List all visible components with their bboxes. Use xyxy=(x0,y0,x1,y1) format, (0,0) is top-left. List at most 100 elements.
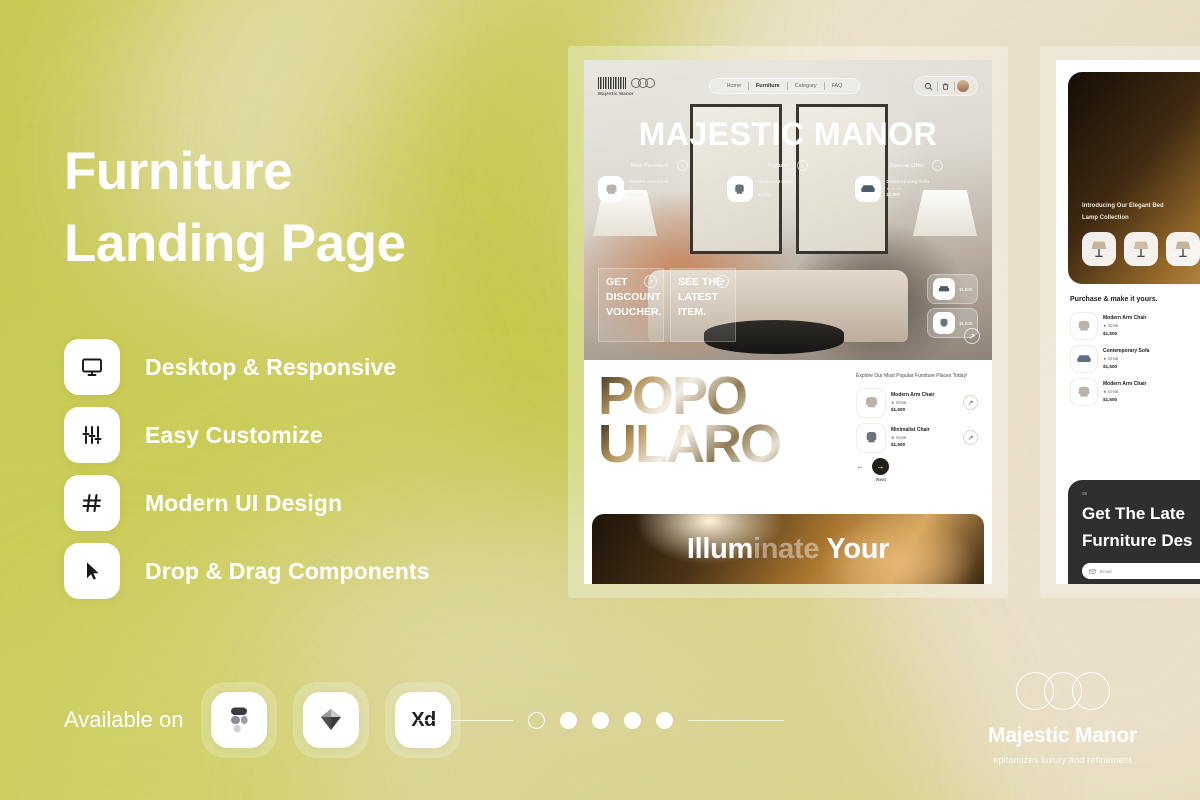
prev-button[interactable]: ← xyxy=(856,462,864,471)
feature-label: Modern UI Design xyxy=(145,489,343,516)
newsletter-number: 05 xyxy=(1082,491,1088,496)
product-price: $1,500 xyxy=(629,192,643,198)
preview-card-a[interactable]: Majestic Manor Home Furniture Category F… xyxy=(584,60,992,584)
feature-list: Desktop & Responsive Easy Customize Mode… xyxy=(64,339,430,611)
product-name: Contemporary Sofa xyxy=(886,179,929,185)
preview-a-popular-section: POPO ULARO Explore Our Most Popular Furn… xyxy=(584,360,992,510)
pagination-dot-4[interactable] xyxy=(623,712,641,729)
product-price: $1,500 xyxy=(891,442,906,448)
product-price: $1,500 xyxy=(757,192,772,198)
floating-product-card[interactable]: $1,500 xyxy=(927,274,978,304)
product-name: Contemporary Sofa xyxy=(1103,348,1150,355)
pagination-line-left xyxy=(416,720,513,721)
product-name: Minimalist Chair xyxy=(757,179,794,185)
preview-a-illuminate-banner: Illuminate Your xyxy=(592,514,984,584)
nav-actions[interactable] xyxy=(913,76,978,96)
arrow-up-right-icon[interactable]: ↗ xyxy=(963,395,978,410)
nav-item-category[interactable]: Category xyxy=(788,83,824,89)
page-title-line-1: Furniture xyxy=(64,142,293,201)
newsletter-email-field[interactable]: Email xyxy=(1082,563,1200,579)
product-thumbnail xyxy=(598,176,624,202)
arrow-up-right-icon[interactable]: ↗ xyxy=(716,275,729,288)
popular-wordmark-line-2: ULARO xyxy=(598,417,848,471)
nav-item-faq[interactable]: FAQ xyxy=(825,83,850,89)
popular-carousel-nav: ← → xyxy=(856,457,978,475)
feature-item-desktop-responsive: Desktop & Responsive xyxy=(64,339,430,395)
product-price: $1,500 xyxy=(891,407,906,413)
brand-name: Majestic Manor xyxy=(598,90,634,96)
arrow-up-right-icon[interactable]: ↗ xyxy=(964,328,980,344)
pagination-dot-2[interactable] xyxy=(559,712,577,729)
nav-item-home[interactable]: Home xyxy=(720,83,748,89)
preview-a-floating-products: $1,500 $1,500 ↗ xyxy=(927,274,980,344)
brand-logo[interactable]: Majestic Manor xyxy=(598,76,655,96)
product-price: $1,500 xyxy=(1103,330,1118,336)
product-price: $1,500 xyxy=(1103,363,1118,369)
category-card-popular[interactable]: Popular → Minimalist Chair ★ Great $1,50… xyxy=(726,160,850,202)
product-thumbnail xyxy=(856,422,886,453)
purchase-heading: Purchase & make it yours. xyxy=(1070,296,1158,303)
nav-menu[interactable]: Home Furniture Category FAQ xyxy=(708,78,861,94)
feature-item-modern-ui-design: Modern UI Design xyxy=(64,475,430,531)
next-label: Next xyxy=(876,477,886,483)
product-thumbnail xyxy=(933,278,956,300)
product-thumbnail xyxy=(1070,345,1098,373)
cta-discount-voucher[interactable]: GET DISCOUNT VOUCHER. ↗ xyxy=(598,268,664,342)
category-card-special-offer[interactable]: Special Offer → Contemporary Sofa ★ Grea… xyxy=(855,160,978,202)
popular-product-row[interactable]: Modern Arm Chair ★ Great $1,500 ↗ xyxy=(856,387,978,418)
lamp-icon[interactable] xyxy=(1124,232,1158,266)
preview-a-category-cards: New Furniture → Modern Arm Chair ★ Great… xyxy=(584,160,992,202)
arrow-up-right-icon[interactable]: ↗ xyxy=(963,430,978,445)
rings-logo-icon xyxy=(631,77,655,88)
popular-product-row[interactable]: Minimalist Chair ★ Great $1,500 ↗ xyxy=(856,422,978,453)
product-thumbnail xyxy=(856,387,886,418)
feature-item-drop-drag-components: Drop & Drag Components xyxy=(64,543,430,599)
arrow-right-icon[interactable]: → xyxy=(932,160,944,171)
nav-item-furniture[interactable]: Furniture xyxy=(749,83,787,89)
newsletter-title-line-2: Furniture Des xyxy=(1082,531,1193,550)
sliders-icon xyxy=(64,407,120,463)
avatar[interactable] xyxy=(955,80,971,92)
product-price: $1,500 xyxy=(1103,396,1118,402)
cursor-icon xyxy=(64,543,120,599)
arrow-right-icon[interactable]: → xyxy=(796,160,808,171)
product-thumbnail xyxy=(726,176,753,202)
purchase-product-row[interactable]: Modern Arm Chair ★ Great $1,500 ↗ xyxy=(1070,312,1200,340)
popular-subtitle: Explore Our Most Popular Furniture Place… xyxy=(856,373,968,379)
cta-latest-item[interactable]: SEE THE LATEST ITEM. ↗ xyxy=(670,268,736,342)
arrow-right-icon[interactable]: → xyxy=(676,160,688,171)
product-thumbnail xyxy=(855,176,882,202)
product-thumbnail xyxy=(1070,378,1098,406)
preview-b-newsletter: 05 Get The Late Furniture Des Email xyxy=(1068,480,1200,584)
left-panel: Furniture Landing Page Desktop & Respons… xyxy=(64,0,534,800)
page-title-line-2: Landing Page xyxy=(64,214,406,273)
arrow-up-right-icon[interactable]: ↗ xyxy=(644,275,657,288)
lamp-icon[interactable] xyxy=(1166,232,1200,266)
feature-item-easy-customize: Easy Customize xyxy=(64,407,430,463)
newsletter-email-placeholder: Email xyxy=(1100,568,1112,574)
category-card-new-furniture[interactable]: New Furniture → Modern Arm Chair ★ Great… xyxy=(598,160,721,202)
category-label: Popular xyxy=(768,162,789,169)
next-button[interactable]: → xyxy=(872,457,889,475)
pagination-dot-3[interactable] xyxy=(591,712,609,729)
floating-product-price: $1,500 xyxy=(959,320,972,326)
preview-card-b[interactable]: Illum D Introducing Our Elegant Bed Lamp… xyxy=(1056,60,1200,584)
cart-icon[interactable] xyxy=(938,82,954,91)
pagination-dot-1[interactable] xyxy=(527,712,545,729)
page-title: Furniture Landing Page xyxy=(64,136,406,280)
purchase-product-row[interactable]: Contemporary Sofa ★ Great $1,500 ↗ xyxy=(1070,345,1200,373)
feature-label: Easy Customize xyxy=(145,421,323,448)
mail-icon xyxy=(1089,568,1096,574)
preview-a-cta-row: GET DISCOUNT VOUCHER. ↗ SEE THE LATEST I… xyxy=(598,268,736,342)
lamp-icon[interactable] xyxy=(1082,232,1116,266)
search-icon[interactable] xyxy=(921,82,937,91)
purchase-product-row[interactable]: Modern Arm Chair ★ Great $1,500 ↗ xyxy=(1070,378,1200,406)
illuminate-banner-text: Illuminate Your xyxy=(686,532,890,565)
product-name: Modern Arm Chair xyxy=(891,391,935,398)
lamp-thumbnails xyxy=(1082,232,1200,266)
product-name: Modern Arm Chair xyxy=(629,179,669,185)
pagination-dot-5[interactable] xyxy=(655,712,673,729)
monitor-icon xyxy=(64,339,120,395)
popular-wordmark: POPO ULARO xyxy=(598,369,848,498)
category-label: Special Offer xyxy=(889,162,925,169)
